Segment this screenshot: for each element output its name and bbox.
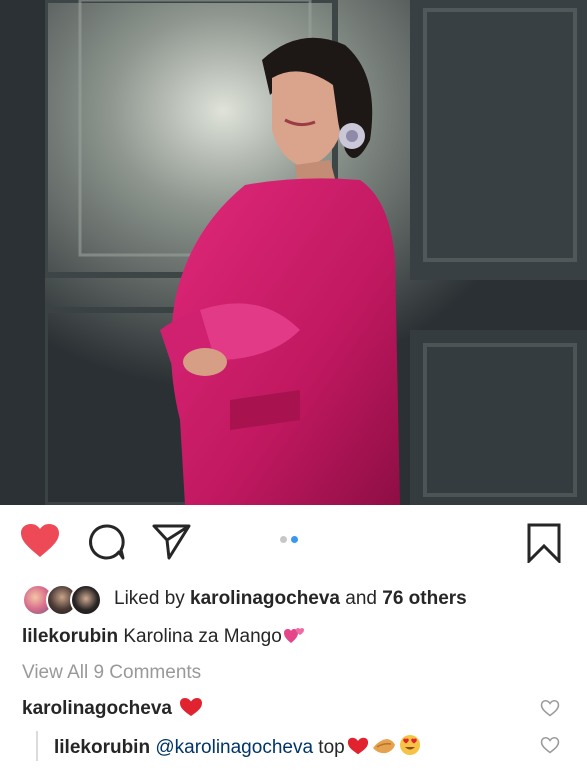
comment-username[interactable]: karolinagocheva: [22, 698, 172, 719]
carousel-indicator: [280, 536, 298, 543]
reply-comment: lilekorubin @karolinagocheva top: [54, 734, 421, 759]
liker-username[interactable]: karolinagocheva: [190, 588, 340, 609]
paper-plane-icon: [152, 524, 191, 560]
two-hearts-icon: [283, 628, 304, 643]
clapping-hands-icon: [372, 739, 395, 754]
carousel-dot: [280, 536, 287, 543]
heart-outline-icon: [540, 737, 560, 754]
comment: karolinagocheva: [22, 697, 203, 720]
view-all-comments-link[interactable]: View All 9 Comments: [22, 662, 201, 684]
reply-text: top: [313, 737, 345, 758]
red-heart-icon: [347, 737, 368, 755]
heart-outline-icon: [540, 700, 560, 717]
caption-text: Karolina za Mango: [118, 626, 282, 647]
likes-count[interactable]: 76 others: [382, 588, 466, 609]
post-image: [0, 0, 587, 505]
caption-username[interactable]: lilekorubin: [22, 626, 118, 647]
red-heart-icon: [180, 698, 203, 716]
heart-eyes-face-icon: [399, 735, 420, 755]
reply-like-button[interactable]: [540, 736, 560, 759]
post-photo[interactable]: [0, 0, 587, 505]
caption: lilekorubin Karolina za Mango: [22, 625, 306, 648]
likes-summary: Liked by karolinagocheva and 76 others: [114, 588, 467, 610]
likes-prefix: Liked by: [114, 588, 191, 609]
mention-link[interactable]: @karolinagocheva: [155, 737, 313, 758]
comment-bubble-icon: [89, 524, 125, 560]
reply-username[interactable]: lilekorubin: [54, 737, 150, 758]
likes-row[interactable]: Liked by karolinagocheva and 76 others: [22, 583, 467, 616]
likes-middle: and: [340, 588, 383, 609]
carousel-dot-active: [291, 536, 298, 543]
comment-like-button[interactable]: [540, 699, 560, 722]
heart-filled-icon: [21, 524, 59, 557]
like-button[interactable]: [20, 523, 60, 559]
save-button[interactable]: [527, 523, 561, 563]
reply-indent-bar: [36, 731, 38, 761]
bookmark-icon: [527, 523, 561, 563]
comment-button[interactable]: [88, 523, 126, 561]
avatar: [70, 584, 102, 616]
share-button[interactable]: [152, 523, 192, 561]
liker-avatars: [22, 584, 104, 616]
